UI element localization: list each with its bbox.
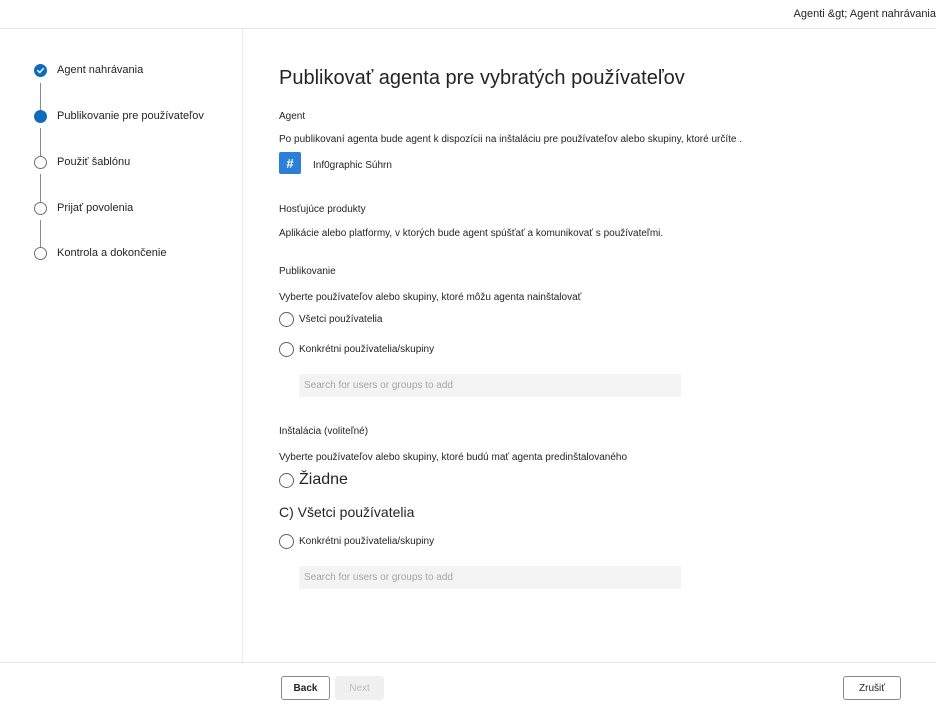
step-accept-permissions[interactable]: Prijať povolenia	[34, 201, 133, 215]
breadcrumb: Agenti &gt; Agent nahrávania	[793, 8, 936, 20]
pending-step-icon	[34, 201, 47, 215]
radio-circle-icon	[279, 342, 294, 357]
radio-circle-icon	[279, 312, 294, 327]
hosting-description: Aplikácie alebo platformy, v ktorých bud…	[279, 228, 664, 239]
install-all-users-option[interactable]: C) Všetci používatelia	[279, 504, 414, 520]
wizard-footer: Back Next Zrušiť	[0, 662, 936, 709]
pending-step-icon	[34, 246, 47, 260]
wizard-steps-sidebar: Agent nahrávania Publikovanie pre použív…	[0, 29, 243, 662]
install-search-input[interactable]	[299, 566, 681, 589]
radio-label: Konkrétni používatelia/skupiny	[299, 344, 435, 355]
radio-circle-icon	[279, 534, 294, 549]
publish-search-input[interactable]	[299, 374, 681, 397]
current-step-icon	[34, 109, 47, 123]
back-button[interactable]: Back	[281, 676, 330, 700]
step-use-template[interactable]: Použiť šablónu	[34, 155, 130, 169]
install-description: Vyberte používateľov alebo skupiny, ktor…	[279, 452, 628, 463]
page-title: Publikovať agenta pre vybratých používat…	[279, 67, 685, 89]
cancel-button[interactable]: Zrušiť	[843, 676, 901, 700]
step-upload-agent[interactable]: Agent nahrávania	[34, 63, 143, 77]
next-button[interactable]: Next	[335, 676, 384, 700]
radio-circle-icon	[279, 472, 294, 488]
publishing-description: Vyberte používateľov alebo skupiny, ktor…	[279, 292, 582, 303]
radio-label: Konkrétni používatelia/skupiny	[299, 536, 435, 547]
radio-label: Žiadne	[299, 471, 348, 488]
top-bar: Agenti &gt; Agent nahrávania	[0, 0, 936, 29]
step-label: Použiť šablónu	[57, 156, 131, 168]
install-section-label: Inštalácia (voliteľné)	[279, 426, 369, 437]
pending-step-icon	[34, 155, 47, 169]
agent-description: Po publikovaní agenta bude agent k dispo…	[279, 134, 743, 145]
checkmark-icon	[34, 63, 47, 77]
agent-name: Inf0graphic Súhrn	[313, 160, 392, 171]
radio-label: Všetci používatelia	[299, 314, 383, 325]
step-label: Agent nahrávania	[57, 64, 144, 76]
install-specific-users-radio[interactable]: Konkrétni používatelia/skupiny	[279, 534, 434, 549]
agent-section-label: Agent	[279, 111, 306, 122]
hashtag-icon: #	[279, 152, 301, 174]
hosting-section-label: Hosťujúce produkty	[279, 204, 366, 215]
step-label: Prijať povolenia	[57, 202, 134, 214]
step-label: Publikovanie pre používateľov	[57, 110, 204, 122]
publish-all-users-radio[interactable]: Všetci používatelia	[279, 312, 382, 327]
publish-specific-users-radio[interactable]: Konkrétni používatelia/skupiny	[279, 342, 434, 357]
step-connector	[40, 220, 41, 247]
step-publish-users[interactable]: Publikovanie pre používateľov	[34, 109, 204, 123]
publishing-section-label: Publikovanie	[279, 266, 336, 277]
install-none-radio[interactable]: Žiadne	[279, 471, 348, 489]
step-review-finish[interactable]: Kontrola a dokončenie	[34, 246, 166, 260]
step-label: Kontrola a dokončenie	[57, 247, 167, 259]
